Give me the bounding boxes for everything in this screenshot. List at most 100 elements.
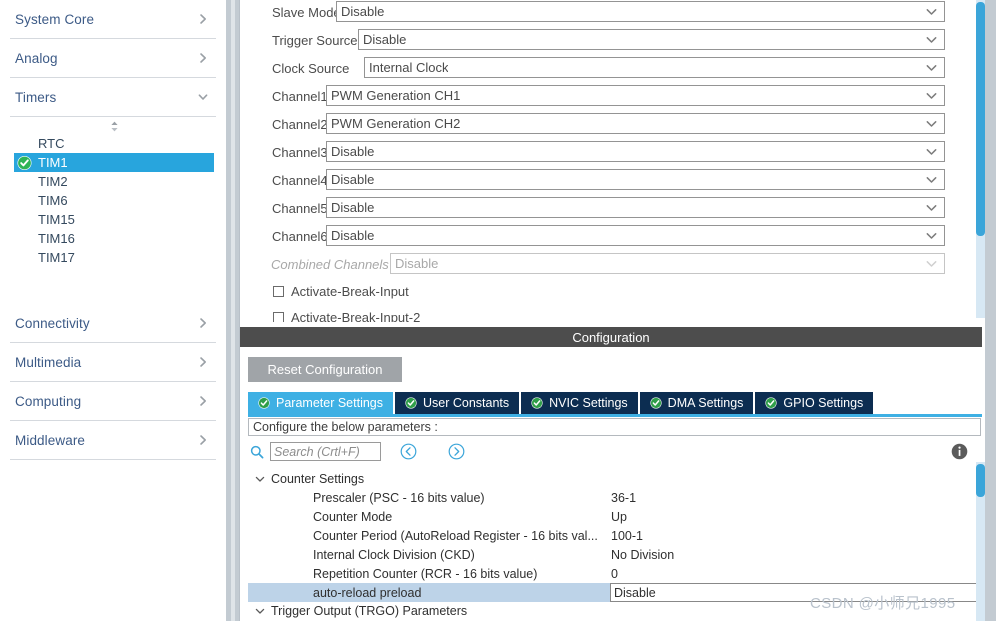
chevron-down-icon: [253, 472, 267, 486]
sidebar-category-label: Middleware: [15, 432, 86, 448]
list-item-tim17[interactable]: TIM17: [14, 248, 214, 267]
mode-panel-scrollbar-thumb[interactable]: [976, 2, 985, 236]
tab-dma-settings[interactable]: DMA Settings: [639, 392, 754, 414]
chevron-down-icon: [926, 148, 937, 156]
param-row-internal-clock-division[interactable]: Internal Clock Division (CKD) No Divisio…: [248, 545, 981, 564]
mode-row-channel1: Channel1: [272, 85, 328, 107]
search-next-button[interactable]: [448, 443, 465, 460]
param-group-trigger-output[interactable]: Trigger Output (TRGO) Parameters: [248, 602, 981, 620]
sidebar-category-computing[interactable]: Computing: [10, 382, 216, 421]
app-window: System Core Analog Timers RTC TIM1 TIM2 …: [0, 0, 996, 621]
checkbox[interactable]: [273, 285, 284, 297]
list-item-tim6[interactable]: TIM6: [14, 191, 214, 210]
chevron-down-icon: [926, 92, 937, 100]
list-item-label: TIM15: [38, 212, 75, 227]
tab-user-constants[interactable]: User Constants: [395, 392, 520, 414]
chevron-down-icon: [926, 232, 937, 240]
configure-note-label: Configure the below parameters :: [253, 420, 438, 434]
mode-label: Channel1: [272, 88, 328, 104]
mode-panel-right-edge: [985, 0, 996, 322]
tab-parameter-settings[interactable]: Parameter Settings: [248, 392, 393, 414]
mode-label: Combined Channels: [271, 256, 389, 272]
list-item-label: TIM6: [38, 193, 68, 208]
activate-break-input-checkbox-row[interactable]: Activate-Break-Input: [273, 282, 409, 300]
channel5-value: Disable: [331, 200, 375, 215]
info-icon[interactable]: [951, 443, 968, 460]
list-item-tim16[interactable]: TIM16: [14, 229, 214, 248]
chevron-down-icon: [926, 176, 937, 184]
channel5-dropdown[interactable]: Disable: [326, 197, 945, 218]
channel2-value: PWM Generation CH2: [331, 116, 461, 131]
auto-reload-preload-value: Disable: [614, 585, 656, 600]
chevron-down-icon: [926, 204, 937, 212]
combined-channels-value: Disable: [395, 256, 439, 271]
sidebar-category-analog[interactable]: Analog: [10, 39, 216, 78]
sidebar-category-system-core[interactable]: System Core: [10, 0, 216, 39]
reset-configuration-button[interactable]: Reset Configuration: [248, 357, 402, 382]
tab-label: GPIO Settings: [783, 396, 864, 410]
combined-channels-dropdown: Disable: [390, 253, 945, 274]
param-group-counter-settings[interactable]: Counter Settings: [248, 470, 981, 488]
checkbox-label: Activate-Break-Input: [291, 283, 409, 299]
mode-label: Channel4: [272, 172, 328, 188]
activate-break-input-2-checkbox-row[interactable]: Activate-Break-Input-2: [273, 308, 420, 322]
param-row-repetition-counter[interactable]: Repetition Counter (RCR - 16 bits value)…: [248, 564, 981, 583]
param-name: Repetition Counter (RCR - 16 bits value): [313, 566, 538, 581]
check-circle-icon: [531, 397, 543, 409]
sidebar-category-label: Computing: [15, 393, 82, 409]
mode-row-channel4: Channel4: [272, 169, 328, 191]
check-circle-icon: [405, 397, 417, 409]
tab-gpio-settings[interactable]: GPIO Settings: [755, 392, 874, 414]
channel6-dropdown[interactable]: Disable: [326, 225, 945, 246]
sidebar-category-timers[interactable]: Timers: [10, 78, 216, 117]
list-item-rtc[interactable]: RTC: [14, 134, 214, 153]
list-item-label: TIM2: [38, 174, 68, 189]
mode-row-clock-source: Clock Source: [272, 57, 349, 79]
channel3-value: Disable: [331, 144, 375, 159]
tab-label: Parameter Settings: [276, 396, 383, 410]
list-item-label: TIM17: [38, 250, 75, 265]
timers-peripheral-list: RTC TIM1 TIM2 TIM6 TIM15 TIM16 TIM17: [14, 118, 214, 267]
search-input[interactable]: [270, 442, 381, 461]
list-item-tim15[interactable]: TIM15: [14, 210, 214, 229]
check-circle-icon: [650, 397, 662, 409]
chevron-down-icon: [926, 36, 937, 44]
auto-reload-preload-dropdown[interactable]: Disable: [610, 583, 981, 602]
list-item-tim2[interactable]: TIM2: [14, 172, 214, 191]
configuration-title: Configuration: [240, 327, 982, 347]
sidebar-category-middleware[interactable]: Middleware: [10, 421, 216, 460]
sidebar-category-connectivity[interactable]: Connectivity: [10, 304, 216, 343]
chevron-right-icon: [196, 394, 210, 408]
config-scrollbar-thumb[interactable]: [976, 464, 985, 497]
channel4-dropdown[interactable]: Disable: [326, 169, 945, 190]
panel-divider-handle[interactable]: [231, 0, 235, 621]
checkbox-label: Activate-Break-Input-2: [291, 309, 421, 323]
param-value: Up: [611, 509, 627, 524]
slave-mode-dropdown[interactable]: Disable: [336, 1, 945, 22]
channel6-value: Disable: [331, 228, 375, 243]
mode-label: Trigger Source: [272, 32, 358, 48]
mode-row-trigger-source: Trigger Source: [272, 29, 358, 51]
param-value: 0: [611, 566, 618, 581]
tab-nvic-settings[interactable]: NVIC Settings: [521, 392, 638, 414]
list-item-tim1[interactable]: TIM1: [14, 153, 214, 172]
search-previous-button[interactable]: [400, 443, 417, 460]
param-row-counter-period[interactable]: Counter Period (AutoReload Register - 16…: [248, 526, 981, 545]
channel3-dropdown[interactable]: Disable: [326, 141, 945, 162]
mode-panel: Slave Mode Disable Trigger Source Disabl…: [240, 0, 996, 322]
categories-sidebar: System Core Analog Timers RTC TIM1 TIM2 …: [0, 0, 226, 621]
param-value: 100-1: [611, 528, 643, 543]
channel1-dropdown[interactable]: PWM Generation CH1: [326, 85, 945, 106]
list-scroll-spinner-icon[interactable]: [14, 118, 214, 134]
param-row-auto-reload-preload[interactable]: auto-reload preload Disable: [248, 583, 981, 602]
mode-label: Slave Mode: [272, 4, 341, 20]
param-row-counter-mode[interactable]: Counter Mode Up: [248, 507, 981, 526]
trigger-source-dropdown[interactable]: Disable: [358, 29, 945, 50]
channel2-dropdown[interactable]: PWM Generation CH2: [326, 113, 945, 134]
search-row: [248, 440, 981, 465]
sidebar-category-multimedia[interactable]: Multimedia: [10, 343, 216, 382]
param-row-prescaler[interactable]: Prescaler (PSC - 16 bits value) 36-1: [248, 488, 981, 507]
mode-row-channel6: Channel6: [272, 225, 328, 247]
checkbox[interactable]: [273, 311, 284, 322]
clock-source-dropdown[interactable]: Internal Clock: [364, 57, 945, 78]
